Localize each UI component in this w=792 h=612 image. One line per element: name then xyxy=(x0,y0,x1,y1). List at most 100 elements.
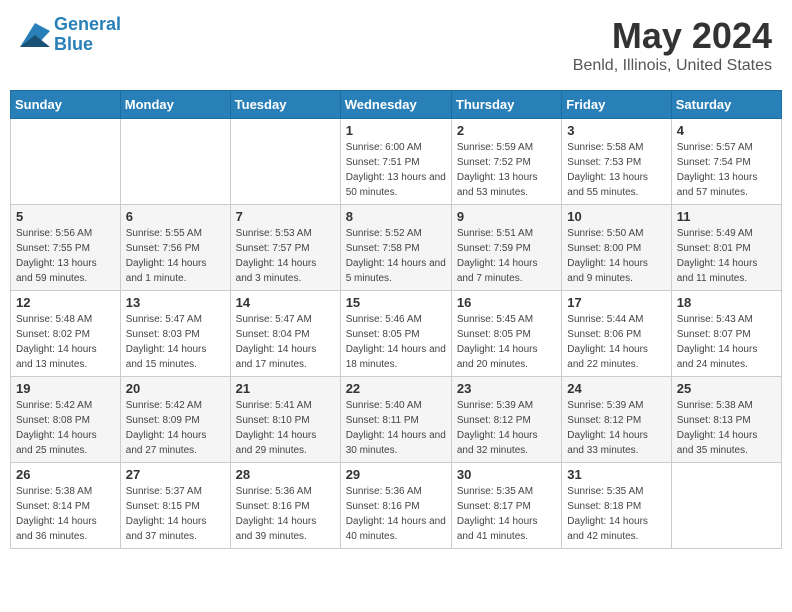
header-day-thursday: Thursday xyxy=(451,91,561,119)
day-info: Sunrise: 5:47 AMSunset: 8:04 PMDaylight:… xyxy=(236,312,335,372)
day-number: 17 xyxy=(567,295,665,310)
logo-text: General Blue xyxy=(54,15,121,55)
day-number: 27 xyxy=(126,467,225,482)
day-info: Sunrise: 5:44 AMSunset: 8:06 PMDaylight:… xyxy=(567,312,665,372)
day-info: Sunrise: 5:48 AMSunset: 8:02 PMDaylight:… xyxy=(16,312,115,372)
day-number: 25 xyxy=(677,381,776,396)
calendar-week-2: 5 Sunrise: 5:56 AMSunset: 7:55 PMDaylight… xyxy=(11,205,782,291)
day-number: 21 xyxy=(236,381,335,396)
calendar-cell: 24 Sunrise: 5:39 AMSunset: 8:12 PMDayligh… xyxy=(562,377,671,463)
calendar-cell: 18 Sunrise: 5:43 AMSunset: 8:07 PMDayligh… xyxy=(671,291,781,377)
day-number: 3 xyxy=(567,123,665,138)
day-info: Sunrise: 5:38 AMSunset: 8:14 PMDaylight:… xyxy=(16,484,115,544)
day-number: 20 xyxy=(126,381,225,396)
calendar-cell: 15Sunrise: 5:46 AMSunset: 8:05 PMDayligh… xyxy=(340,291,451,377)
day-number: 6 xyxy=(126,209,225,224)
day-number: 23 xyxy=(457,381,556,396)
day-number: 19 xyxy=(16,381,115,396)
day-info: Sunrise: 5:37 AMSunset: 8:15 PMDaylight:… xyxy=(126,484,225,544)
calendar-cell xyxy=(230,119,340,205)
day-number: 4 xyxy=(677,123,776,138)
calendar-week-5: 26Sunrise: 5:38 AMSunset: 8:14 PMDayligh… xyxy=(11,463,782,549)
calendar-cell xyxy=(120,119,230,205)
header-day-sunday: Sunday xyxy=(11,91,121,119)
calendar-cell: 1 Sunrise: 6:00 AMSunset: 7:51 PMDaylight… xyxy=(340,119,451,205)
calendar-table: SundayMondayTuesdayWednesdayThursdayFrid… xyxy=(10,90,782,549)
day-info: Sunrise: 5:58 AMSunset: 7:53 PMDaylight:… xyxy=(567,140,665,200)
header-day-monday: Monday xyxy=(120,91,230,119)
calendar-cell: 23 Sunrise: 5:39 AMSunset: 8:12 PMDayligh… xyxy=(451,377,561,463)
calendar-cell: 22Sunrise: 5:40 AMSunset: 8:11 PMDayligh… xyxy=(340,377,451,463)
day-number: 29 xyxy=(346,467,446,482)
day-info: Sunrise: 5:49 AMSunset: 8:01 PMDaylight:… xyxy=(677,226,776,286)
header-day-wednesday: Wednesday xyxy=(340,91,451,119)
calendar-cell xyxy=(671,463,781,549)
calendar-cell: 21 Sunrise: 5:41 AMSunset: 8:10 PMDayligh… xyxy=(230,377,340,463)
month-title: May 2024 xyxy=(573,15,772,57)
day-number: 9 xyxy=(457,209,556,224)
header-day-friday: Friday xyxy=(562,91,671,119)
calendar-cell: 17 Sunrise: 5:44 AMSunset: 8:06 PMDayligh… xyxy=(562,291,671,377)
logo-icon xyxy=(20,23,50,47)
day-number: 28 xyxy=(236,467,335,482)
day-number: 30 xyxy=(457,467,556,482)
day-number: 5 xyxy=(16,209,115,224)
day-info: Sunrise: 5:38 AMSunset: 8:13 PMDaylight:… xyxy=(677,398,776,458)
day-number: 12 xyxy=(16,295,115,310)
page-header: General Blue May 2024 Benld, Illinois, U… xyxy=(10,10,782,80)
day-info: Sunrise: 5:52 AMSunset: 7:58 PMDaylight:… xyxy=(346,226,446,286)
day-info: Sunrise: 5:39 AMSunset: 8:12 PMDaylight:… xyxy=(457,398,556,458)
calendar-cell: 2 Sunrise: 5:59 AMSunset: 7:52 PMDaylight… xyxy=(451,119,561,205)
calendar-cell xyxy=(11,119,121,205)
calendar-week-1: 1 Sunrise: 6:00 AMSunset: 7:51 PMDaylight… xyxy=(11,119,782,205)
day-info: Sunrise: 6:00 AMSunset: 7:51 PMDaylight:… xyxy=(346,140,446,200)
calendar-cell: 3 Sunrise: 5:58 AMSunset: 7:53 PMDaylight… xyxy=(562,119,671,205)
day-info: Sunrise: 5:42 AMSunset: 8:08 PMDaylight:… xyxy=(16,398,115,458)
calendar-cell: 30Sunrise: 5:35 AMSunset: 8:17 PMDayligh… xyxy=(451,463,561,549)
day-info: Sunrise: 5:42 AMSunset: 8:09 PMDaylight:… xyxy=(126,398,225,458)
calendar-cell: 27 Sunrise: 5:37 AMSunset: 8:15 PMDayligh… xyxy=(120,463,230,549)
day-number: 7 xyxy=(236,209,335,224)
calendar-cell: 5 Sunrise: 5:56 AMSunset: 7:55 PMDaylight… xyxy=(11,205,121,291)
calendar-cell: 31 Sunrise: 5:35 AMSunset: 8:18 PMDayligh… xyxy=(562,463,671,549)
header-day-tuesday: Tuesday xyxy=(230,91,340,119)
calendar-week-4: 19 Sunrise: 5:42 AMSunset: 8:08 PMDayligh… xyxy=(11,377,782,463)
location: Benld, Illinois, United States xyxy=(573,57,772,75)
calendar-cell: 26Sunrise: 5:38 AMSunset: 8:14 PMDayligh… xyxy=(11,463,121,549)
day-info: Sunrise: 5:47 AMSunset: 8:03 PMDaylight:… xyxy=(126,312,225,372)
calendar-cell: 19 Sunrise: 5:42 AMSunset: 8:08 PMDayligh… xyxy=(11,377,121,463)
day-number: 16 xyxy=(457,295,556,310)
calendar-cell: 25 Sunrise: 5:38 AMSunset: 8:13 PMDayligh… xyxy=(671,377,781,463)
day-info: Sunrise: 5:41 AMSunset: 8:10 PMDaylight:… xyxy=(236,398,335,458)
day-number: 31 xyxy=(567,467,665,482)
day-info: Sunrise: 5:43 AMSunset: 8:07 PMDaylight:… xyxy=(677,312,776,372)
day-info: Sunrise: 5:36 AMSunset: 8:16 PMDaylight:… xyxy=(346,484,446,544)
calendar-cell: 28Sunrise: 5:36 AMSunset: 8:16 PMDayligh… xyxy=(230,463,340,549)
day-number: 10 xyxy=(567,209,665,224)
calendar-cell: 13Sunrise: 5:47 AMSunset: 8:03 PMDayligh… xyxy=(120,291,230,377)
calendar-cell: 11Sunrise: 5:49 AMSunset: 8:01 PMDayligh… xyxy=(671,205,781,291)
calendar-week-3: 12 Sunrise: 5:48 AMSunset: 8:02 PMDayligh… xyxy=(11,291,782,377)
day-info: Sunrise: 5:39 AMSunset: 8:12 PMDaylight:… xyxy=(567,398,665,458)
day-number: 8 xyxy=(346,209,446,224)
day-number: 14 xyxy=(236,295,335,310)
day-number: 24 xyxy=(567,381,665,396)
calendar-cell: 14 Sunrise: 5:47 AMSunset: 8:04 PMDayligh… xyxy=(230,291,340,377)
calendar-cell: 20 Sunrise: 5:42 AMSunset: 8:09 PMDayligh… xyxy=(120,377,230,463)
day-info: Sunrise: 5:59 AMSunset: 7:52 PMDaylight:… xyxy=(457,140,556,200)
day-number: 15 xyxy=(346,295,446,310)
day-info: Sunrise: 5:56 AMSunset: 7:55 PMDaylight:… xyxy=(16,226,115,286)
day-number: 2 xyxy=(457,123,556,138)
header-day-saturday: Saturday xyxy=(671,91,781,119)
day-info: Sunrise: 5:40 AMSunset: 8:11 PMDaylight:… xyxy=(346,398,446,458)
calendar-cell: 8 Sunrise: 5:52 AMSunset: 7:58 PMDaylight… xyxy=(340,205,451,291)
day-number: 18 xyxy=(677,295,776,310)
calendar-cell: 12 Sunrise: 5:48 AMSunset: 8:02 PMDayligh… xyxy=(11,291,121,377)
day-number: 1 xyxy=(346,123,446,138)
calendar-cell: 4Sunrise: 5:57 AMSunset: 7:54 PMDaylight… xyxy=(671,119,781,205)
day-info: Sunrise: 5:51 AMSunset: 7:59 PMDaylight:… xyxy=(457,226,556,286)
calendar-cell: 29 Sunrise: 5:36 AMSunset: 8:16 PMDayligh… xyxy=(340,463,451,549)
day-info: Sunrise: 5:35 AMSunset: 8:18 PMDaylight:… xyxy=(567,484,665,544)
calendar-cell: 7Sunrise: 5:53 AMSunset: 7:57 PMDaylight… xyxy=(230,205,340,291)
calendar-cell: 16Sunrise: 5:45 AMSunset: 8:05 PMDayligh… xyxy=(451,291,561,377)
